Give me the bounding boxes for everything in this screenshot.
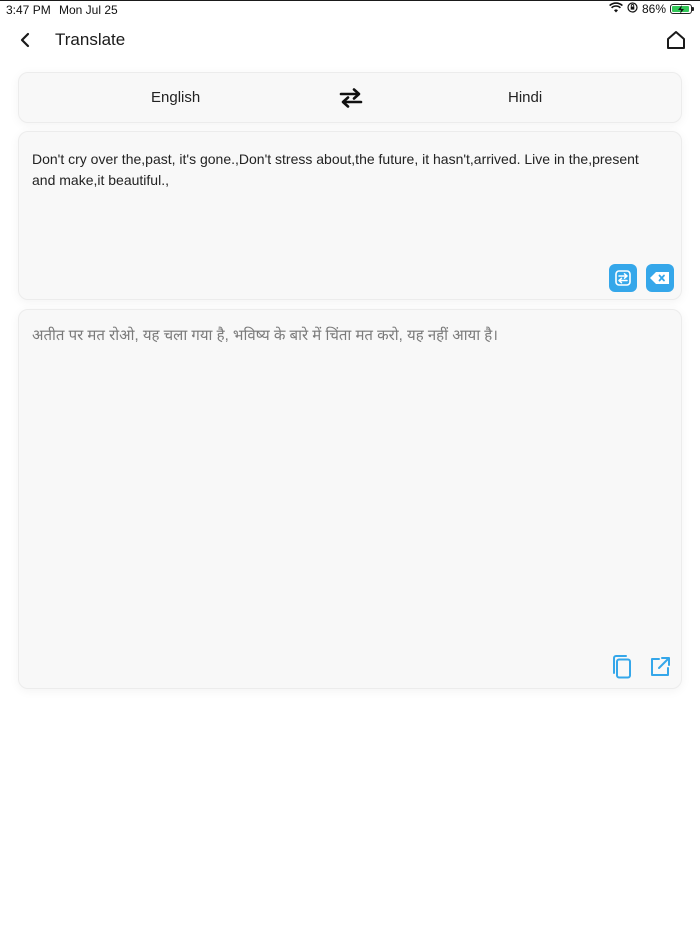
swap-arrows-icon — [339, 88, 363, 108]
status-time: 3:47 PM — [6, 3, 51, 17]
language-selector: English Hindi — [18, 72, 682, 123]
orientation-lock-icon — [627, 2, 638, 16]
copy-icon — [613, 655, 631, 679]
share-button[interactable] — [647, 654, 673, 680]
back-chevron-icon — [20, 32, 30, 48]
swap-text-button[interactable] — [609, 264, 637, 292]
source-text-input[interactable]: Don't cry over the,past, it's gone.,Don'… — [32, 149, 662, 191]
target-language[interactable]: Hindi — [508, 89, 542, 106]
home-icon — [667, 31, 685, 49]
status-date: Mon Jul 25 — [59, 3, 118, 17]
swap-text-icon — [615, 270, 631, 286]
top-border — [0, 0, 700, 1]
input-panel: Don't cry over the,past, it's gone.,Don'… — [18, 131, 682, 300]
home-button[interactable] — [662, 26, 690, 54]
share-icon — [651, 657, 670, 676]
battery-percent: 86% — [641, 2, 666, 16]
copy-button[interactable] — [610, 654, 636, 680]
swap-languages-button[interactable] — [338, 85, 364, 111]
nav-bar: Translate — [0, 22, 700, 58]
clear-icon — [650, 272, 669, 284]
translated-text: अतीत पर मत रोओ, यह चला गया है, भविष्य के… — [32, 327, 498, 344]
wifi-icon — [609, 2, 623, 16]
output-panel: अतीत पर मत रोओ, यह चला गया है, भविष्य के… — [18, 309, 682, 689]
source-language[interactable]: English — [151, 89, 200, 106]
page-title: Translate — [55, 30, 126, 49]
status-bar: 3:47 PM Mon Jul 25 86% — [0, 2, 700, 18]
battery-icon — [670, 4, 694, 14]
status-right: 86% — [609, 2, 694, 16]
clear-text-button[interactable] — [646, 264, 674, 292]
back-button[interactable] — [14, 26, 40, 54]
